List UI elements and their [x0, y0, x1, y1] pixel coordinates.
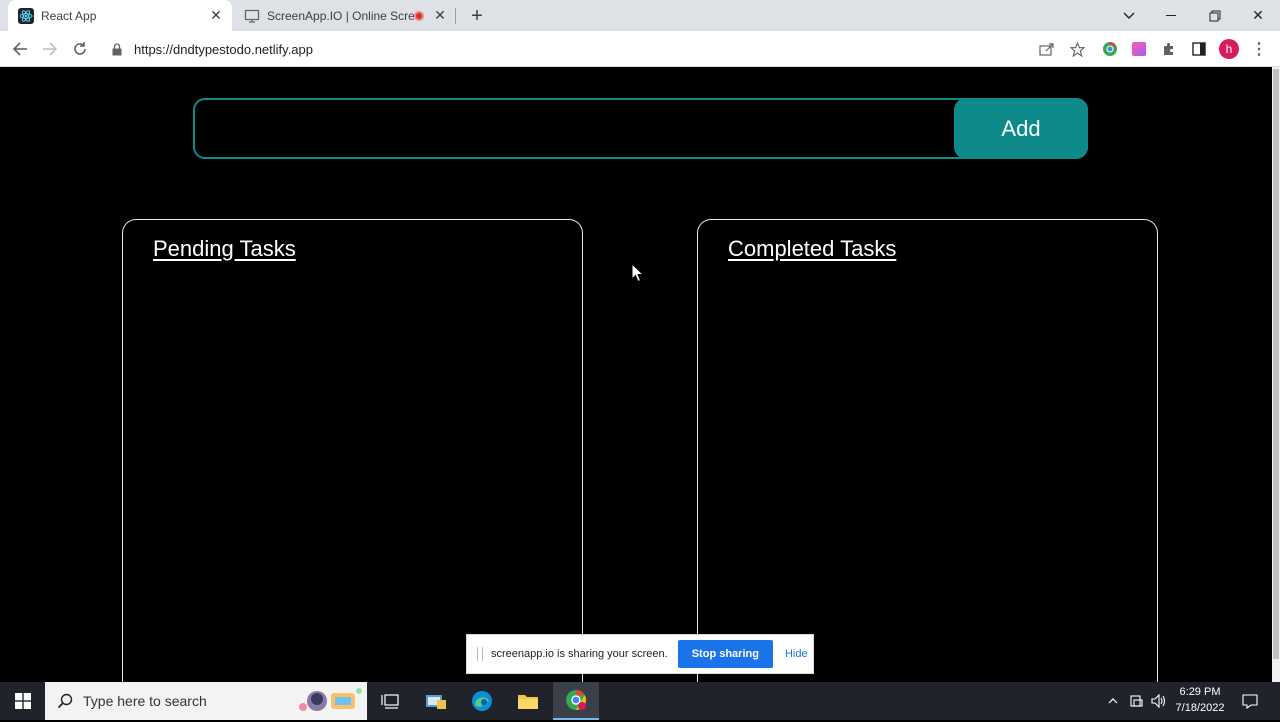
search-highlight-illustration-icon	[297, 685, 365, 717]
recording-indicator-icon	[414, 10, 424, 21]
close-window-button[interactable]: ✕	[1236, 0, 1280, 31]
minimize-button[interactable]	[1150, 0, 1194, 31]
tab-title: ScreenApp.IO | Online Scree	[267, 8, 414, 23]
completed-tasks-heading: Completed Tasks	[728, 236, 897, 261]
tab-divider	[455, 8, 456, 24]
page-viewport: Add Pending Tasks Completed Tasks	[0, 67, 1272, 682]
app-manager-icon[interactable]	[413, 682, 459, 720]
react-icon	[18, 7, 34, 24]
file-explorer-icon[interactable]	[505, 682, 551, 720]
extension-gradient-icon[interactable]	[1125, 35, 1153, 63]
restore-button[interactable]	[1193, 0, 1237, 31]
forward-button[interactable]	[36, 35, 64, 63]
edge-browser-icon[interactable]	[459, 682, 505, 720]
volume-icon[interactable]	[1148, 682, 1170, 720]
profile-initial: h	[1219, 39, 1239, 59]
search-placeholder: Type here to search	[83, 693, 207, 709]
todo-form: Add	[193, 98, 1088, 159]
clock-time: 6:29 PM	[1179, 686, 1221, 698]
show-hidden-icons-chevron-icon[interactable]	[1103, 682, 1123, 720]
kebab-menu-icon[interactable]: ⋮	[1245, 35, 1273, 63]
monitor-icon	[244, 8, 260, 24]
bookmark-star-icon[interactable]	[1062, 41, 1092, 57]
tab-search-chevron-icon[interactable]	[1107, 0, 1151, 31]
address-bar[interactable]: https://dndtypestodo.netlify.app	[102, 35, 1092, 63]
close-tab-icon[interactable]: ✕	[206, 6, 226, 26]
new-tab-button[interactable]: +	[466, 5, 488, 27]
back-button[interactable]	[6, 35, 34, 63]
share-icon[interactable]	[1032, 42, 1062, 56]
profile-avatar[interactable]: h	[1215, 35, 1243, 63]
close-tab-icon[interactable]: ✕	[430, 6, 450, 26]
lock-icon[interactable]	[112, 42, 126, 56]
tab-screenapp[interactable]: ScreenApp.IO | Online Scree ✕	[234, 0, 456, 31]
taskbar-search-box[interactable]: Type here to search	[45, 682, 367, 720]
tab-title: React App	[41, 8, 97, 23]
scrollbar-thumb[interactable]	[1273, 69, 1279, 659]
tab-react-app[interactable]: React App ✕	[8, 0, 232, 31]
url-text: https://dndtypestodo.netlify.app	[134, 41, 313, 57]
windows-start-icon[interactable]	[0, 682, 45, 720]
chrome-taskbar-icon[interactable]	[553, 682, 599, 720]
hide-button[interactable]: Hide	[785, 648, 808, 660]
mouse-cursor-icon	[631, 262, 645, 288]
task-view-icon[interactable]	[367, 682, 413, 720]
system-clock[interactable]: 6:29 PM 7/18/2022	[1170, 684, 1230, 716]
drag-handle-icon[interactable]	[477, 647, 483, 661]
side-panel-icon[interactable]	[1185, 35, 1213, 63]
extension-chrome-icon[interactable]	[1096, 35, 1124, 63]
search-icon	[57, 693, 73, 709]
windows-taskbar: Type here to search 6:29 PM 7/18/2022	[0, 682, 1280, 720]
completed-tasks-panel[interactable]: Completed Tasks	[697, 219, 1158, 682]
screen-sharing-bar: screenapp.io is sharing your screen. Sto…	[466, 634, 814, 674]
meet-now-icon[interactable]	[1126, 682, 1146, 720]
reload-button[interactable]	[66, 35, 94, 63]
page-scrollbar[interactable]	[1272, 67, 1280, 682]
browser-toolbar: https://dndtypestodo.netlify.app h ⋮	[0, 31, 1280, 67]
clock-date: 7/18/2022	[1175, 702, 1225, 714]
pending-tasks-panel[interactable]: Pending Tasks	[122, 219, 583, 682]
pending-tasks-heading: Pending Tasks	[153, 236, 296, 261]
extensions-puzzle-icon[interactable]	[1155, 35, 1183, 63]
stop-sharing-button[interactable]: Stop sharing	[677, 640, 773, 668]
add-button[interactable]: Add	[954, 98, 1088, 159]
browser-tab-strip: React App ✕ ScreenApp.IO | Online Scree …	[0, 0, 1280, 31]
sharing-message: screenapp.io is sharing your screen.	[491, 648, 668, 660]
task-input[interactable]	[195, 100, 955, 157]
notifications-icon[interactable]	[1237, 682, 1263, 720]
